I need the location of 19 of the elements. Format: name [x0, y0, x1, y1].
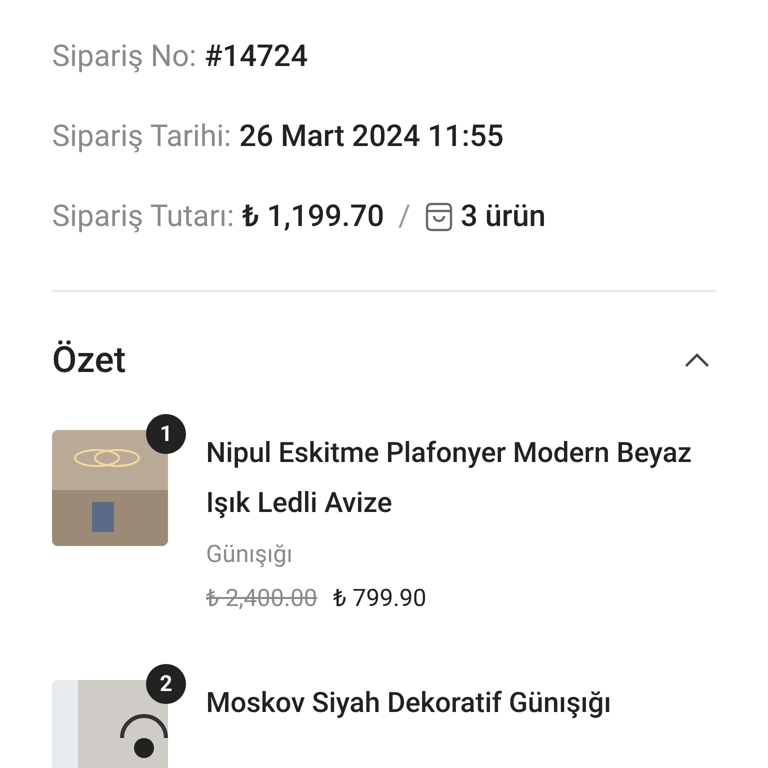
summary-header[interactable]: Özet: [52, 338, 716, 382]
product-title[interactable]: Moskov Siyah Dekoratif Günışığı: [206, 678, 716, 728]
separator: /: [398, 200, 411, 234]
item-count: 3 ürün: [460, 200, 546, 234]
product-title[interactable]: Nipul Eskitme Plafonyer Modern Beyaz Işık Ledli Avize: [206, 428, 716, 528]
price: ₺ 799.90: [333, 583, 426, 614]
shopping-bag-icon: [424, 202, 453, 232]
chevron-icon[interactable]: [684, 352, 710, 368]
old-price: ₺ 2,400.00: [206, 583, 318, 614]
field-label: Sipariş Tutarı:: [52, 200, 234, 234]
field-value: 26 Mart 2024 11:55: [239, 120, 504, 154]
quantity-badge: 2: [146, 664, 186, 704]
field-label: Sipariş No:: [52, 40, 196, 74]
field-label: Sipariş Tarihi:: [52, 120, 232, 154]
field-value: #14724: [204, 40, 308, 74]
section-title: Özet: [52, 338, 126, 382]
quantity-badge: 1: [146, 414, 186, 454]
product-variant: Günışığı: [206, 539, 294, 570]
field-value: ₺ 1,199.70: [242, 200, 384, 234]
